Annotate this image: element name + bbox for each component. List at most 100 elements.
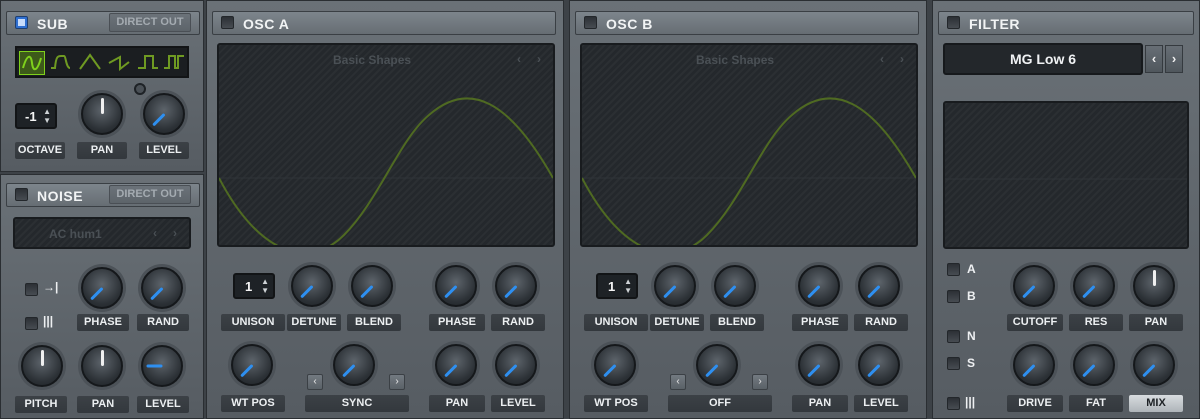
stepper-up-icon[interactable]: ▲ [624, 278, 632, 286]
osc-a-blend-label: BLEND [347, 314, 401, 331]
noise-level-knob[interactable] [141, 345, 183, 387]
osc-b-phase-label: PHASE [792, 314, 848, 331]
osc-a-unison-value: 1 [245, 279, 253, 294]
stepper-down-icon[interactable]: ▼ [43, 117, 51, 125]
prev-preset-icon[interactable]: ‹ [153, 226, 157, 240]
osc-b-blend-label: BLEND [710, 314, 764, 331]
osc-b-warp-next-icon[interactable]: › [752, 374, 768, 390]
filter-route-b-checkbox[interactable] [947, 290, 960, 303]
filter-prev-type-icon[interactable]: ‹ [1145, 45, 1163, 73]
osc-a-warp-prev-icon[interactable]: ‹ [307, 374, 323, 390]
sub-octave-value: -1 [25, 109, 37, 124]
osc-b-blend-knob[interactable] [714, 265, 756, 307]
modulation-source-icon[interactable] [134, 83, 146, 95]
saw-wave-icon[interactable] [106, 51, 132, 75]
osc-b-warp-mode-label[interactable]: OFF [668, 395, 772, 412]
osc-b-title: OSC B [606, 16, 653, 32]
osc-a-panel: OSC A Basic Shapes ‹ › 1 ▲ ▼ UNISON DETU… [206, 0, 564, 419]
stepper-up-icon[interactable]: ▲ [261, 278, 269, 286]
noise-header: NOISE DIRECT OUT [6, 183, 200, 207]
osc-a-warp-mode-label[interactable]: SYNC [305, 395, 409, 412]
filter-res-knob[interactable] [1073, 265, 1115, 307]
sine-wave-icon[interactable] [19, 51, 45, 75]
noise-enable-checkbox[interactable] [15, 188, 28, 201]
round-square-icon[interactable] [48, 51, 74, 75]
osc-a-phase-label: PHASE [429, 314, 485, 331]
sub-header: SUB DIRECT OUT [6, 11, 200, 35]
osc-a-blend-knob[interactable] [351, 265, 393, 307]
noise-preset-name: AC hum1 [49, 227, 102, 241]
filter-mix-label: MIX [1129, 395, 1183, 412]
osc-b-level-label: LEVEL [854, 395, 908, 412]
osc-b-pan-knob[interactable] [798, 344, 840, 386]
osc-b-enable-checkbox[interactable] [584, 16, 597, 29]
osc-b-phase-knob[interactable] [798, 265, 840, 307]
osc-a-pan-knob[interactable] [435, 344, 477, 386]
filter-mix-knob[interactable] [1133, 344, 1175, 386]
stepper-up-icon[interactable]: ▲ [43, 108, 51, 116]
filter-enable-checkbox[interactable] [947, 16, 960, 29]
osc-a-detune-label: DETUNE [287, 314, 341, 331]
osc-b-unison-label: UNISON [584, 314, 648, 331]
osc-a-warp-next-icon[interactable]: › [389, 374, 405, 390]
filter-drive-label: DRIVE [1007, 395, 1063, 412]
osc-b-header: OSC B [575, 11, 919, 35]
filter-route-s-checkbox[interactable] [947, 357, 960, 370]
stepper-down-icon[interactable]: ▼ [261, 287, 269, 295]
osc-b-rand-knob[interactable] [858, 265, 900, 307]
noise-title: NOISE [37, 188, 84, 204]
osc-a-phase-knob[interactable] [435, 265, 477, 307]
osc-b-warp-knob[interactable] [696, 344, 738, 386]
noise-phase-knob[interactable] [81, 267, 123, 309]
next-preset-icon[interactable]: › [173, 226, 177, 240]
serum-oscillator-section: SUB DIRECT OUT -1 ▲ ▼ OCTAVE PAN LEVEL N… [0, 0, 1200, 419]
sub-pan-knob[interactable] [81, 93, 123, 135]
osc-a-wavetable-display[interactable]: Basic Shapes ‹ › [217, 43, 555, 247]
filter-pan-knob[interactable] [1133, 265, 1175, 307]
filter-next-type-icon[interactable]: › [1165, 45, 1183, 73]
osc-a-wt-pos-knob[interactable] [231, 344, 273, 386]
filter-response-display[interactable] [943, 101, 1189, 249]
noise-pitch-knob[interactable] [21, 345, 63, 387]
osc-a-enable-checkbox[interactable] [221, 16, 234, 29]
noise-direct-out-button[interactable]: DIRECT OUT [109, 185, 191, 204]
noise-pan-label: PAN [77, 396, 129, 413]
noise-keytrack-checkbox[interactable] [25, 317, 38, 330]
filter-route-a-checkbox[interactable] [947, 263, 960, 276]
osc-b-panel: OSC B Basic Shapes ‹ › 1 ▲ ▼ UNISON DETU… [569, 0, 927, 419]
osc-a-rand-knob[interactable] [495, 265, 537, 307]
filter-fat-label: FAT [1069, 395, 1123, 412]
osc-b-wt-pos-knob[interactable] [594, 344, 636, 386]
filter-panel: FILTER MG Low 6 ‹ › A B N S ||| CUTOFF R… [932, 0, 1200, 419]
keyboard-icon: ||| [965, 395, 976, 409]
filter-type-dropdown[interactable]: MG Low 6 [943, 43, 1143, 75]
triangle-wave-icon[interactable] [77, 51, 103, 75]
filter-drive-knob[interactable] [1013, 344, 1055, 386]
noise-preset-display[interactable]: AC hum1 ‹ › [13, 217, 191, 249]
filter-keytrack-checkbox[interactable] [947, 397, 960, 410]
osc-b-wavetable-display[interactable]: Basic Shapes ‹ › [580, 43, 918, 247]
filter-response-graph [945, 178, 1187, 180]
osc-a-warp-knob[interactable] [333, 344, 375, 386]
sub-octave-stepper[interactable]: -1 ▲ ▼ [15, 103, 57, 129]
osc-b-unison-stepper[interactable]: 1 ▲ ▼ [596, 273, 638, 299]
sub-direct-out-button[interactable]: DIRECT OUT [109, 13, 191, 32]
osc-b-level-knob[interactable] [858, 344, 900, 386]
noise-rand-knob[interactable] [141, 267, 183, 309]
pulse-wave-icon[interactable] [162, 51, 188, 75]
filter-cutoff-knob[interactable] [1013, 265, 1055, 307]
noise-pan-knob[interactable] [81, 345, 123, 387]
noise-rand-label: RAND [137, 314, 189, 331]
osc-b-detune-knob[interactable] [654, 265, 696, 307]
osc-b-warp-prev-icon[interactable]: ‹ [670, 374, 686, 390]
osc-a-level-knob[interactable] [495, 344, 537, 386]
square-wave-icon[interactable] [135, 51, 161, 75]
osc-a-detune-knob[interactable] [291, 265, 333, 307]
stepper-down-icon[interactable]: ▼ [624, 287, 632, 295]
noise-one-shot-checkbox[interactable] [25, 283, 38, 296]
osc-a-unison-stepper[interactable]: 1 ▲ ▼ [233, 273, 275, 299]
sub-level-knob[interactable] [143, 93, 185, 135]
sub-enable-checkbox[interactable] [15, 16, 28, 29]
filter-route-n-checkbox[interactable] [947, 330, 960, 343]
filter-fat-knob[interactable] [1073, 344, 1115, 386]
